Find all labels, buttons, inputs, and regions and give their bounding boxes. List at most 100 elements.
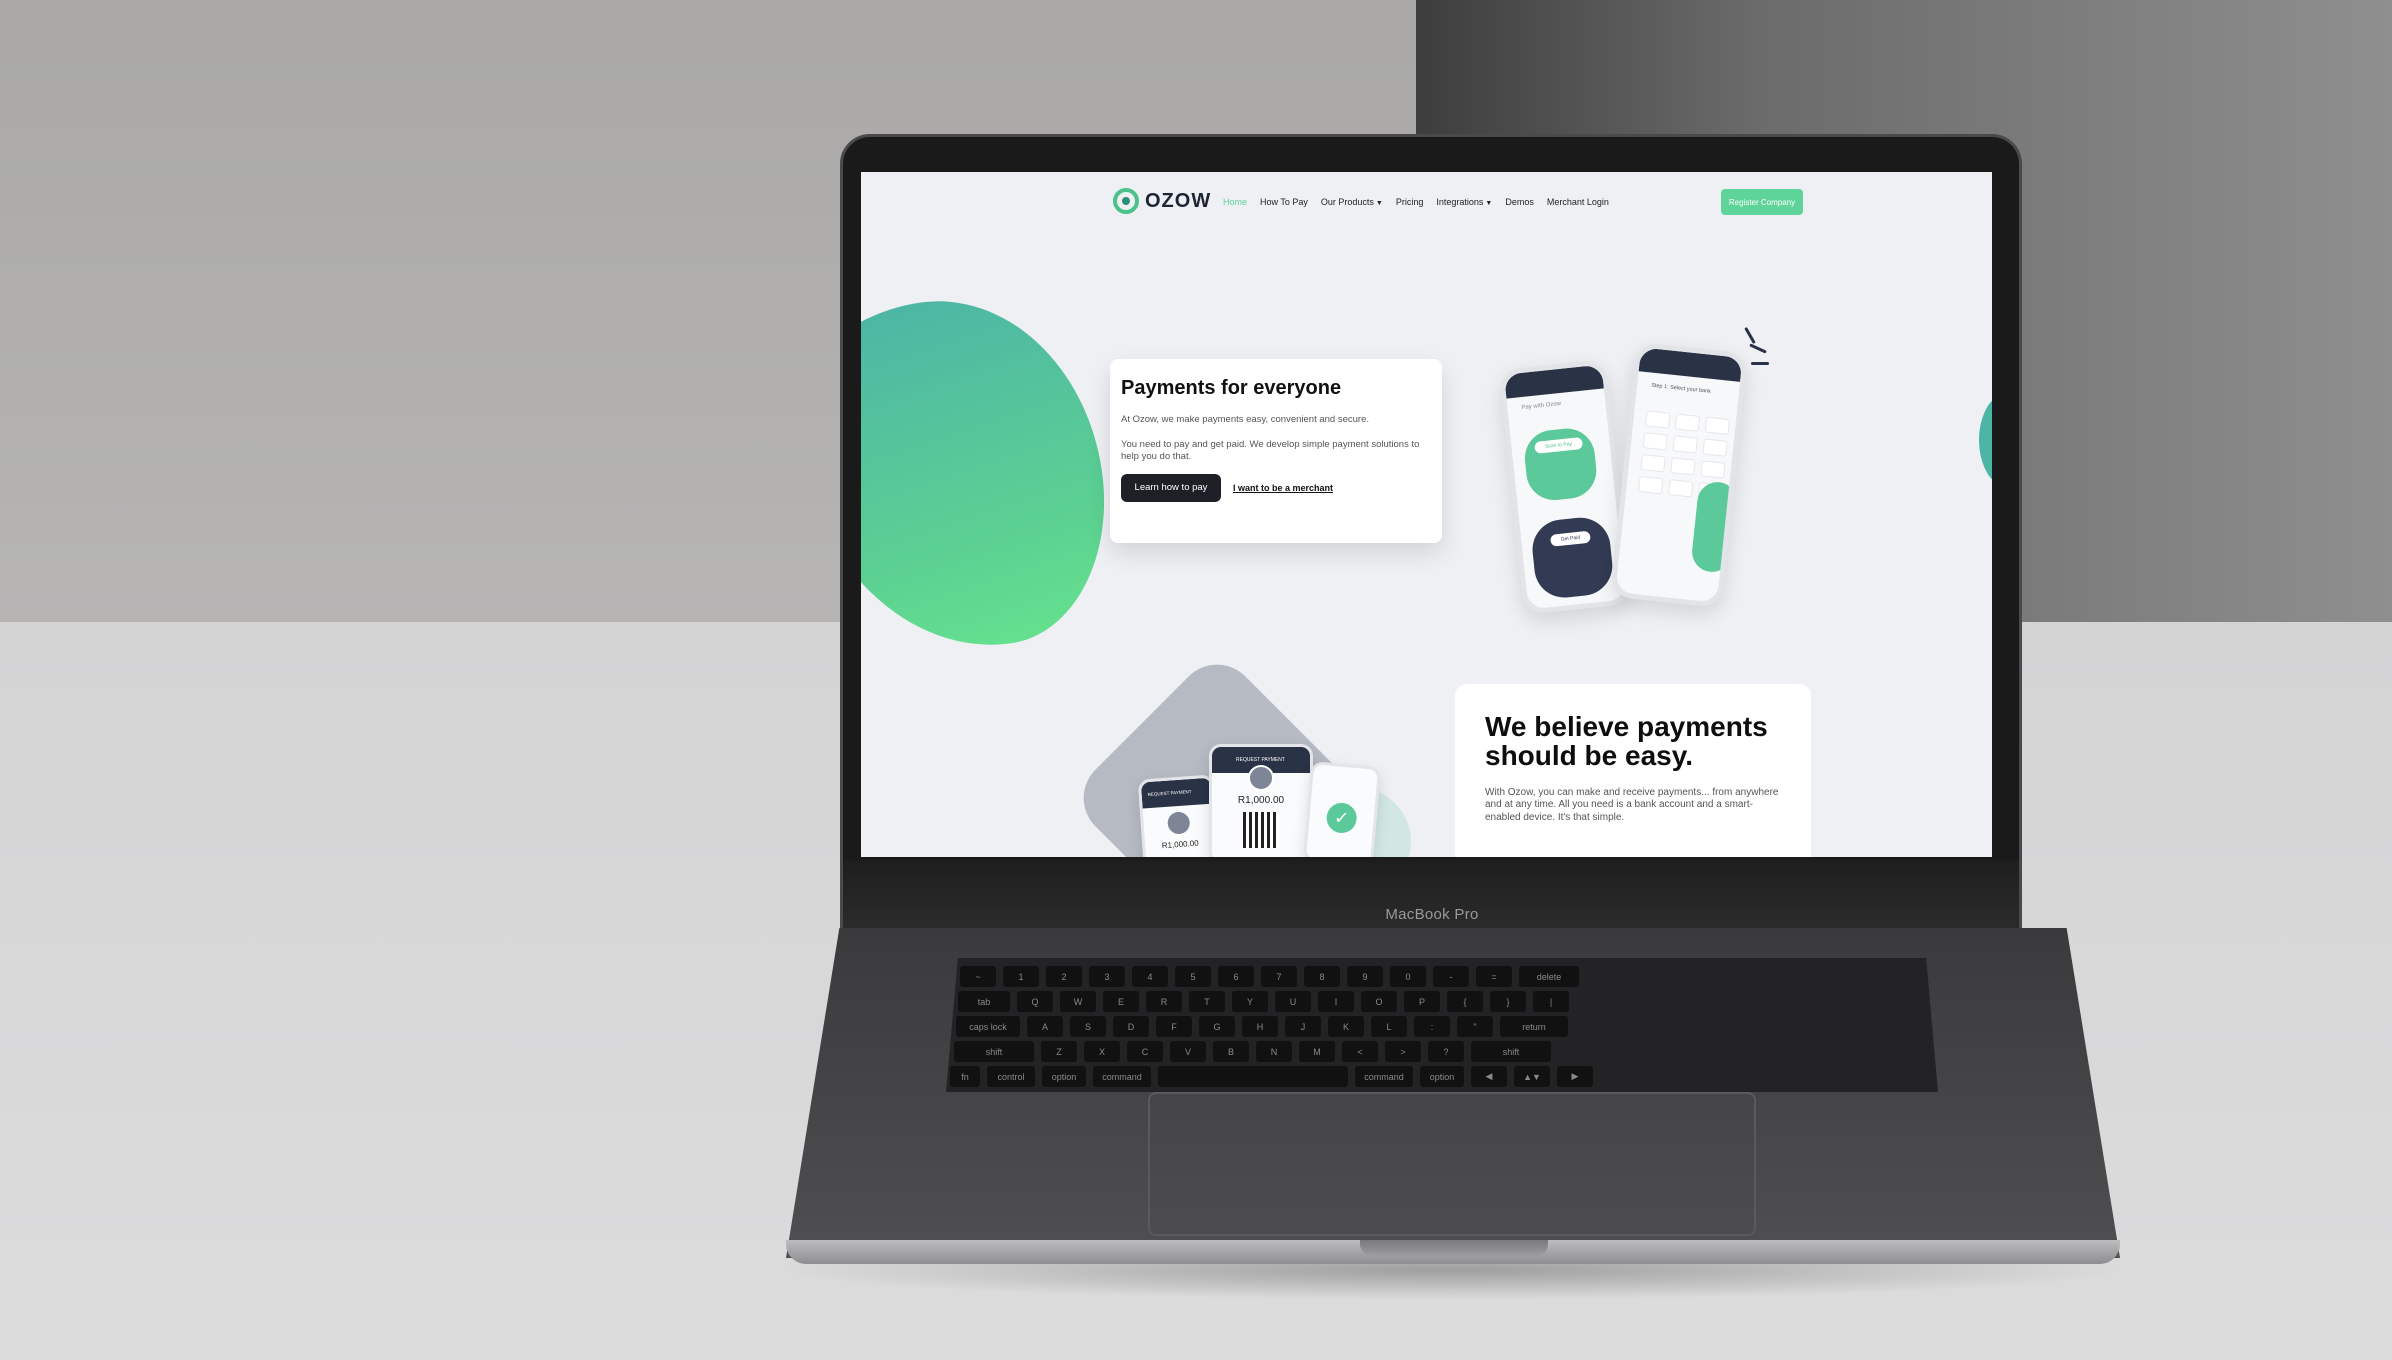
keyboard-key: F xyxy=(1156,1016,1192,1037)
keyboard-key: return xyxy=(1500,1016,1568,1037)
keyboard-key: L xyxy=(1371,1016,1407,1037)
chevron-down-icon: ▼ xyxy=(1485,200,1493,207)
bank-tile xyxy=(1674,413,1701,432)
bank-tile xyxy=(1672,435,1698,454)
keyboard-key: D xyxy=(1113,1016,1149,1037)
keyboard-key: 2 xyxy=(1046,966,1082,987)
ozow-logo[interactable]: OZOW xyxy=(1113,188,1211,214)
nav-links: Home How To Pay Our Products ▼ Pricing In… xyxy=(1223,197,1609,207)
hero-actions: Learn how to pay I want to be a merchant xyxy=(1121,473,1431,502)
nav-link-integrations[interactable]: Integrations ▼ xyxy=(1436,197,1492,207)
keyboard-key: J xyxy=(1285,1016,1321,1037)
keyboard-key: { xyxy=(1447,991,1483,1012)
keyboard-key: command xyxy=(1355,1066,1413,1087)
belief-card: We believe payments should be easy. With… xyxy=(1455,684,1811,857)
bank-tile xyxy=(1702,438,1728,457)
keyboard-key: 7 xyxy=(1261,966,1297,987)
nav-link-demos[interactable]: Demos xyxy=(1505,197,1534,207)
nav-link-home[interactable]: Home xyxy=(1223,197,1247,207)
hero-paragraph: You need to pay and get paid. We develop… xyxy=(1121,439,1420,463)
hero-paragraph: At Ozow, we make payments easy, convenie… xyxy=(1121,414,1370,425)
trackpad xyxy=(1148,1092,1756,1236)
keyboard-key: O xyxy=(1361,991,1397,1012)
amount-label: R1,000.00 xyxy=(1237,795,1285,806)
keyboard-key: 8 xyxy=(1304,966,1340,987)
keyboard-key: } xyxy=(1490,991,1526,1012)
learn-how-to-pay-button[interactable]: Learn how to pay xyxy=(1121,473,1221,502)
keyboard-key: G xyxy=(1199,1016,1235,1037)
keyboard-key: ▲▼ xyxy=(1514,1066,1550,1087)
keyboard-key: U xyxy=(1275,991,1311,1012)
get-paid-label: Get Paid xyxy=(1549,530,1591,547)
sparkle-icon xyxy=(1751,362,1769,365)
keyboard-key: option xyxy=(1042,1066,1086,1087)
avatar xyxy=(1166,811,1191,835)
nav-link-merchant-login[interactable]: Merchant Login xyxy=(1547,197,1609,207)
keyboard-key: ▶ xyxy=(1557,1066,1593,1087)
qr-code-icon xyxy=(1243,812,1279,848)
nav-link-our-products[interactable]: Our Products ▼ xyxy=(1321,197,1383,207)
keyboard-key: caps lock xyxy=(956,1016,1020,1037)
nav-link-how-to-pay[interactable]: How To Pay xyxy=(1260,197,1308,207)
phone-heading: Pay with Ozow xyxy=(1521,400,1562,412)
bank-tile xyxy=(1644,410,1671,429)
phone-status-bar xyxy=(1638,347,1743,382)
phone-scan-pill: Scan to Pay xyxy=(1522,425,1600,503)
keyboard-key: shift xyxy=(954,1041,1034,1062)
brand-name: OZOW xyxy=(1145,189,1212,212)
amount-label: R1,000.00 xyxy=(1161,838,1199,851)
keyboard-key-space xyxy=(1158,1066,1348,1087)
hero-card: Payments for everyone At Ozow, we make p… xyxy=(1110,359,1442,543)
keyboard-key: 5 xyxy=(1175,966,1211,987)
keyboard-key: tab xyxy=(958,991,1010,1012)
keyboard-key: < xyxy=(1342,1041,1378,1062)
keyboard-key: shift xyxy=(1471,1041,1551,1062)
laptop-notch xyxy=(1360,1240,1548,1256)
keyboard-key: W xyxy=(1060,991,1096,1012)
keyboard-key: : xyxy=(1414,1016,1450,1037)
keyboard-key: Y xyxy=(1232,991,1268,1012)
keyboard-key: control xyxy=(987,1066,1035,1087)
keyboard-key: delete xyxy=(1519,966,1579,987)
decorative-edge-blob xyxy=(1979,392,1992,488)
keyboard-key: C xyxy=(1127,1041,1163,1062)
site-navbar: OZOW Home How To Pay Our Products ▼ Prici… xyxy=(861,172,1992,232)
phone-heading: Step 1: Select your bank xyxy=(1650,382,1712,395)
sparkle-icon xyxy=(1749,343,1767,354)
keyboard-key: S xyxy=(1070,1016,1106,1037)
mini-phone-mockup: ✓ xyxy=(1302,761,1382,857)
bank-tile xyxy=(1642,432,1669,451)
keyboard-key: 4 xyxy=(1132,966,1168,987)
keyboard-key: 6 xyxy=(1218,966,1254,987)
nav-link-label: Integrations xyxy=(1436,197,1484,207)
phone-status-bar xyxy=(1503,364,1604,399)
decorative-gradient-blob xyxy=(861,280,1124,670)
keyboard-key: 1 xyxy=(1003,966,1039,987)
bank-tile xyxy=(1638,475,1664,495)
nav-link-pricing[interactable]: Pricing xyxy=(1396,197,1424,207)
keyboard-key: R xyxy=(1146,991,1182,1012)
bank-tile xyxy=(1704,416,1731,435)
ozow-logo-icon xyxy=(1113,188,1139,214)
bank-tile xyxy=(1640,454,1666,473)
keyboard-key: K xyxy=(1328,1016,1364,1037)
merchant-link[interactable]: I want to be a merchant xyxy=(1233,483,1333,493)
hero-title: Payments for everyone xyxy=(1121,377,1342,399)
keyboard-key: > xyxy=(1385,1041,1421,1062)
belief-title: We believe payments should be easy. xyxy=(1485,711,1768,772)
register-company-button[interactable]: Register Company xyxy=(1721,189,1803,215)
keyboard-key: ◀ xyxy=(1471,1066,1507,1087)
keyboard-key: P xyxy=(1404,991,1440,1012)
keyboard-key: H xyxy=(1242,1016,1278,1037)
keyboard-key: = xyxy=(1476,966,1512,987)
checkmark-icon: ✓ xyxy=(1325,801,1358,835)
keyboard-key: T xyxy=(1189,991,1225,1012)
keyboard-key: V xyxy=(1170,1041,1206,1062)
keyboard-key: E xyxy=(1103,991,1139,1012)
bank-tile xyxy=(1670,457,1696,476)
avatar xyxy=(1248,765,1274,791)
phone-mockup-bank: Step 1: Select your bank xyxy=(1609,341,1749,609)
keyboard-key: option xyxy=(1420,1066,1464,1087)
keyboard-key: 3 xyxy=(1089,966,1125,987)
request-payment-label: REQUEST PAYMENT xyxy=(1236,757,1285,763)
